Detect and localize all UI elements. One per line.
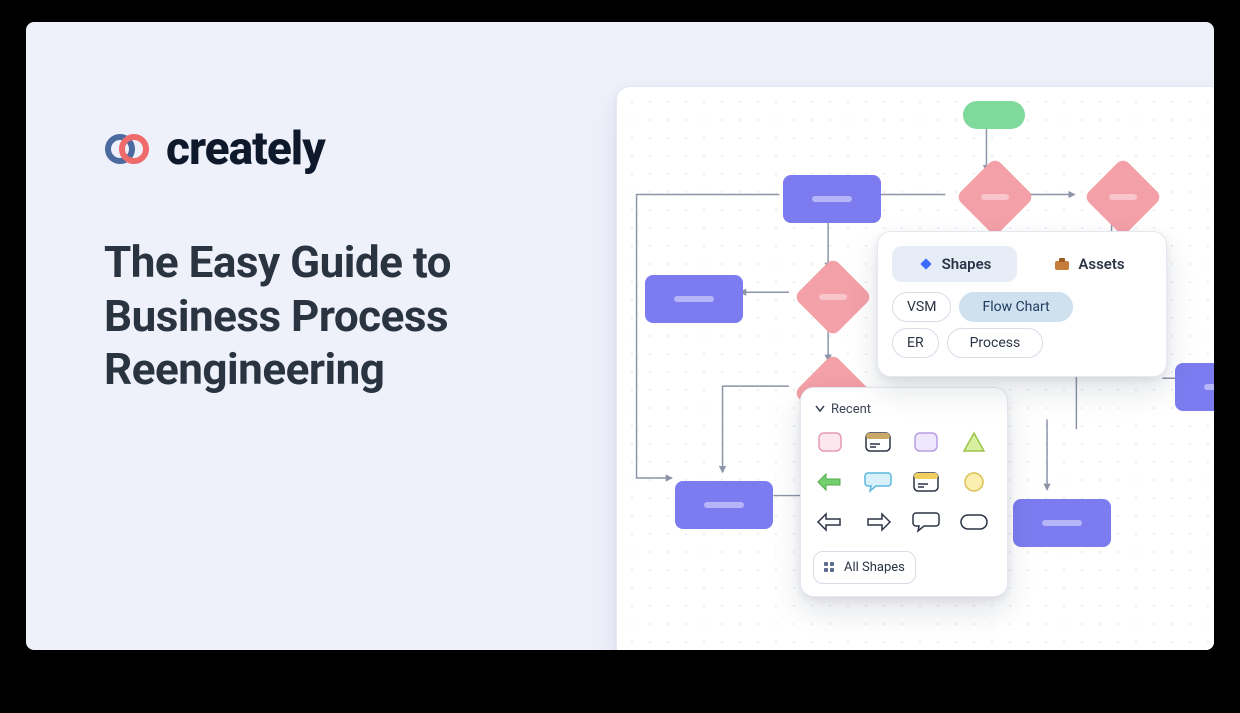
diamond-icon xyxy=(918,256,934,272)
shape-rounded-rect-purple[interactable] xyxy=(911,429,941,455)
recent-shapes-panel: Recent xyxy=(800,387,1008,597)
flowchart-process-node[interactable] xyxy=(645,275,743,323)
shape-card-yellow[interactable] xyxy=(911,469,941,495)
shape-triangle[interactable] xyxy=(959,429,989,455)
flowchart-process-node[interactable] xyxy=(1013,499,1111,547)
diagram-canvas[interactable]: Shapes Assets VSM Flow Chart ER Proces xyxy=(616,86,1214,650)
shapes-popover: Shapes Assets VSM Flow Chart ER Proces xyxy=(877,231,1167,377)
shape-speech-bubble[interactable] xyxy=(863,469,893,495)
tab-assets[interactable]: Assets xyxy=(1027,246,1152,282)
flowchart-decision-node[interactable] xyxy=(1095,169,1151,225)
hero-card: creately The Easy Guide to Business Proc… xyxy=(26,22,1214,650)
flowchart-decision-node[interactable] xyxy=(967,169,1023,225)
recent-label: Recent xyxy=(831,402,871,417)
caret-down-icon xyxy=(815,402,825,417)
recent-toggle[interactable]: Recent xyxy=(813,398,995,425)
shape-arrow-left-outline[interactable] xyxy=(815,509,845,535)
tab-shapes[interactable]: Shapes xyxy=(892,246,1017,282)
shape-pill-outline[interactable] xyxy=(959,509,989,535)
shape-speech-bubble-outline[interactable] xyxy=(911,509,941,535)
all-shapes-button[interactable]: All Shapes xyxy=(813,551,916,584)
chip-vsm[interactable]: VSM xyxy=(892,292,951,322)
headline: The Easy Guide to Business Process Reeng… xyxy=(104,236,526,397)
all-shapes-label: All Shapes xyxy=(844,560,905,575)
shape-arrow-left[interactable] xyxy=(815,469,845,495)
right-column: Shapes Assets VSM Flow Chart ER Proces xyxy=(586,22,1214,650)
tab-shapes-label: Shapes xyxy=(942,255,992,273)
grid-icon xyxy=(824,562,836,574)
flowchart-process-node[interactable] xyxy=(783,175,881,223)
shape-card-icon[interactable] xyxy=(863,429,893,455)
chip-process[interactable]: Process xyxy=(947,328,1044,358)
flowchart-process-node[interactable] xyxy=(675,481,773,529)
tab-assets-label: Assets xyxy=(1078,255,1124,273)
shape-arrow-right-outline[interactable] xyxy=(863,509,893,535)
shape-circle[interactable] xyxy=(959,469,989,495)
flowchart-decision-node[interactable] xyxy=(805,269,861,325)
brand-name: creately xyxy=(166,122,325,176)
brand-logo-icon xyxy=(104,131,152,167)
flowchart-start-node[interactable] xyxy=(963,101,1025,129)
shape-rounded-rect-pink[interactable] xyxy=(815,429,845,455)
briefcase-icon xyxy=(1054,256,1070,272)
chip-flowchart[interactable]: Flow Chart xyxy=(959,292,1072,322)
flowchart-process-node[interactable] xyxy=(1175,363,1214,411)
left-column: creately The Easy Guide to Business Proc… xyxy=(26,22,586,650)
chip-er[interactable]: ER xyxy=(892,328,939,358)
brand: creately xyxy=(104,122,526,176)
